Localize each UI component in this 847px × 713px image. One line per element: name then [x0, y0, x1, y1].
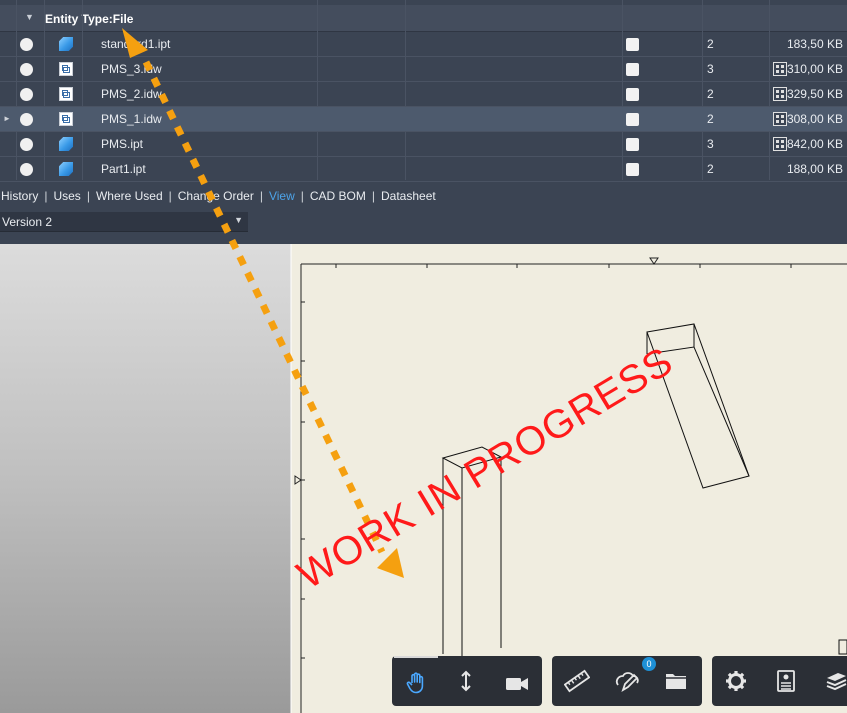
chevron-down-icon[interactable]: ▼ — [234, 215, 243, 225]
checkout-checkbox[interactable] — [626, 88, 639, 101]
part-file-icon — [59, 162, 73, 176]
file-size: 308,00 KB — [786, 112, 843, 126]
part-file-icon — [59, 137, 73, 151]
status-icon — [20, 138, 33, 151]
file-name: standard1.ipt — [101, 37, 171, 51]
checkout-checkbox[interactable] — [626, 163, 639, 176]
file-name: Part1.ipt — [101, 162, 146, 176]
table-row[interactable]: ► PMS_1.idw 2 308,00 KB — [0, 107, 847, 132]
tab-separator: | — [300, 189, 304, 203]
row-pointer-icon: ► — [3, 114, 11, 123]
checkout-checkbox[interactable] — [626, 38, 639, 51]
tab-history[interactable]: History — [1, 189, 38, 203]
status-icon — [20, 38, 33, 51]
revision-value: 2 — [707, 87, 714, 101]
zoom-icon — [461, 670, 471, 692]
tab-separator: | — [86, 189, 90, 203]
toolbar-navigation — [392, 656, 542, 706]
checkout-checkbox[interactable] — [626, 63, 639, 76]
file-size: 188,00 KB — [786, 162, 843, 176]
checkout-checkbox[interactable] — [626, 138, 639, 151]
file-name: PMS.ipt — [101, 137, 144, 151]
toolbar-review: 0 — [552, 656, 702, 706]
tab-where-used[interactable]: Where Used — [96, 189, 163, 203]
pan-icon — [406, 672, 424, 694]
file-name: PMS_1.idw — [101, 112, 162, 126]
folder-icon — [666, 674, 686, 689]
sheet-paper — [291, 244, 847, 713]
revision-value: 3 — [707, 62, 714, 76]
drawing-file-icon — [59, 112, 73, 126]
settings-icon — [726, 671, 746, 691]
group-label: Entity Type:File — [45, 12, 134, 26]
status-icon — [20, 163, 33, 176]
settings-button[interactable] — [714, 656, 758, 706]
layers-icon — [826, 673, 847, 691]
tab-separator: | — [44, 189, 48, 203]
tab-change-order[interactable]: Change Order — [178, 189, 254, 203]
table-row[interactable]: standard1.ipt 2 183,50 KB — [0, 32, 847, 57]
table-row[interactable]: PMS_2.idw 2 329,50 KB — [0, 82, 847, 107]
measure-icon — [564, 669, 590, 693]
properties-button[interactable] — [764, 656, 808, 706]
markup-icon — [615, 672, 639, 693]
file-name: PMS_2.idw — [101, 87, 162, 101]
zoom-button[interactable] — [444, 656, 488, 706]
file-grid: ▼ Entity Type:File standard1.ipt 2 183,50 … — [0, 0, 847, 182]
group-header[interactable]: ▼ Entity Type:File — [0, 5, 847, 32]
part-file-icon — [59, 37, 73, 51]
drawing-file-icon — [59, 87, 73, 101]
tab-view[interactable]: View — [269, 189, 295, 203]
properties-icon — [777, 670, 795, 692]
tab-bar: History | Uses | Where Used | Change Order | Vie… — [0, 182, 847, 212]
camera-icon — [506, 678, 528, 690]
tab-uses[interactable]: Uses — [53, 189, 80, 203]
vault-client-window: ▼ Entity Type:File standard1.ipt 2 183,50 … — [0, 0, 847, 713]
tab-separator: | — [259, 189, 263, 203]
revision-value: 2 — [707, 162, 714, 176]
file-size: 310,00 KB — [786, 62, 843, 76]
status-icon — [20, 113, 33, 126]
revision-value: 3 — [707, 137, 714, 151]
camera-button[interactable] — [494, 656, 538, 706]
table-row[interactable]: PMS_3.idw 3 310,00 KB — [0, 57, 847, 82]
tab-separator: | — [168, 189, 172, 203]
file-size: 329,50 KB — [786, 87, 843, 101]
drawing-file-icon — [59, 62, 73, 76]
measure-button[interactable] — [554, 656, 598, 706]
collapse-arrow-icon[interactable]: ▼ — [25, 12, 34, 22]
version-dropdown[interactable]: Version 2 ▼ — [0, 212, 248, 232]
version-value: Version 2 — [2, 215, 53, 229]
tab-cad-bom[interactable]: CAD BOM — [310, 189, 366, 203]
tab-separator: | — [371, 189, 375, 203]
table-row[interactable]: Part1.ipt 2 188,00 KB — [0, 157, 847, 182]
file-size: 842,00 KB — [786, 137, 843, 151]
table-row[interactable]: PMS.ipt 3 842,00 KB — [0, 132, 847, 157]
file-name: PMS_3.idw — [101, 62, 162, 76]
toolbar-settings — [712, 656, 847, 706]
revision-value: 2 — [707, 112, 714, 126]
status-icon — [20, 88, 33, 101]
folder-button[interactable] — [654, 656, 698, 706]
revision-value: 2 — [707, 37, 714, 51]
tab-datasheet[interactable]: Datasheet — [381, 189, 436, 203]
file-size: 183,50 KB — [786, 37, 843, 51]
layers-button[interactable] — [814, 656, 847, 706]
checkout-checkbox[interactable] — [626, 113, 639, 126]
pan-button[interactable] — [394, 656, 438, 706]
status-icon — [20, 63, 33, 76]
detail-tabs: History | Uses | Where Used | Change Order | Vie… — [1, 189, 436, 203]
version-bar: Version 2 ▼ — [0, 212, 847, 244]
